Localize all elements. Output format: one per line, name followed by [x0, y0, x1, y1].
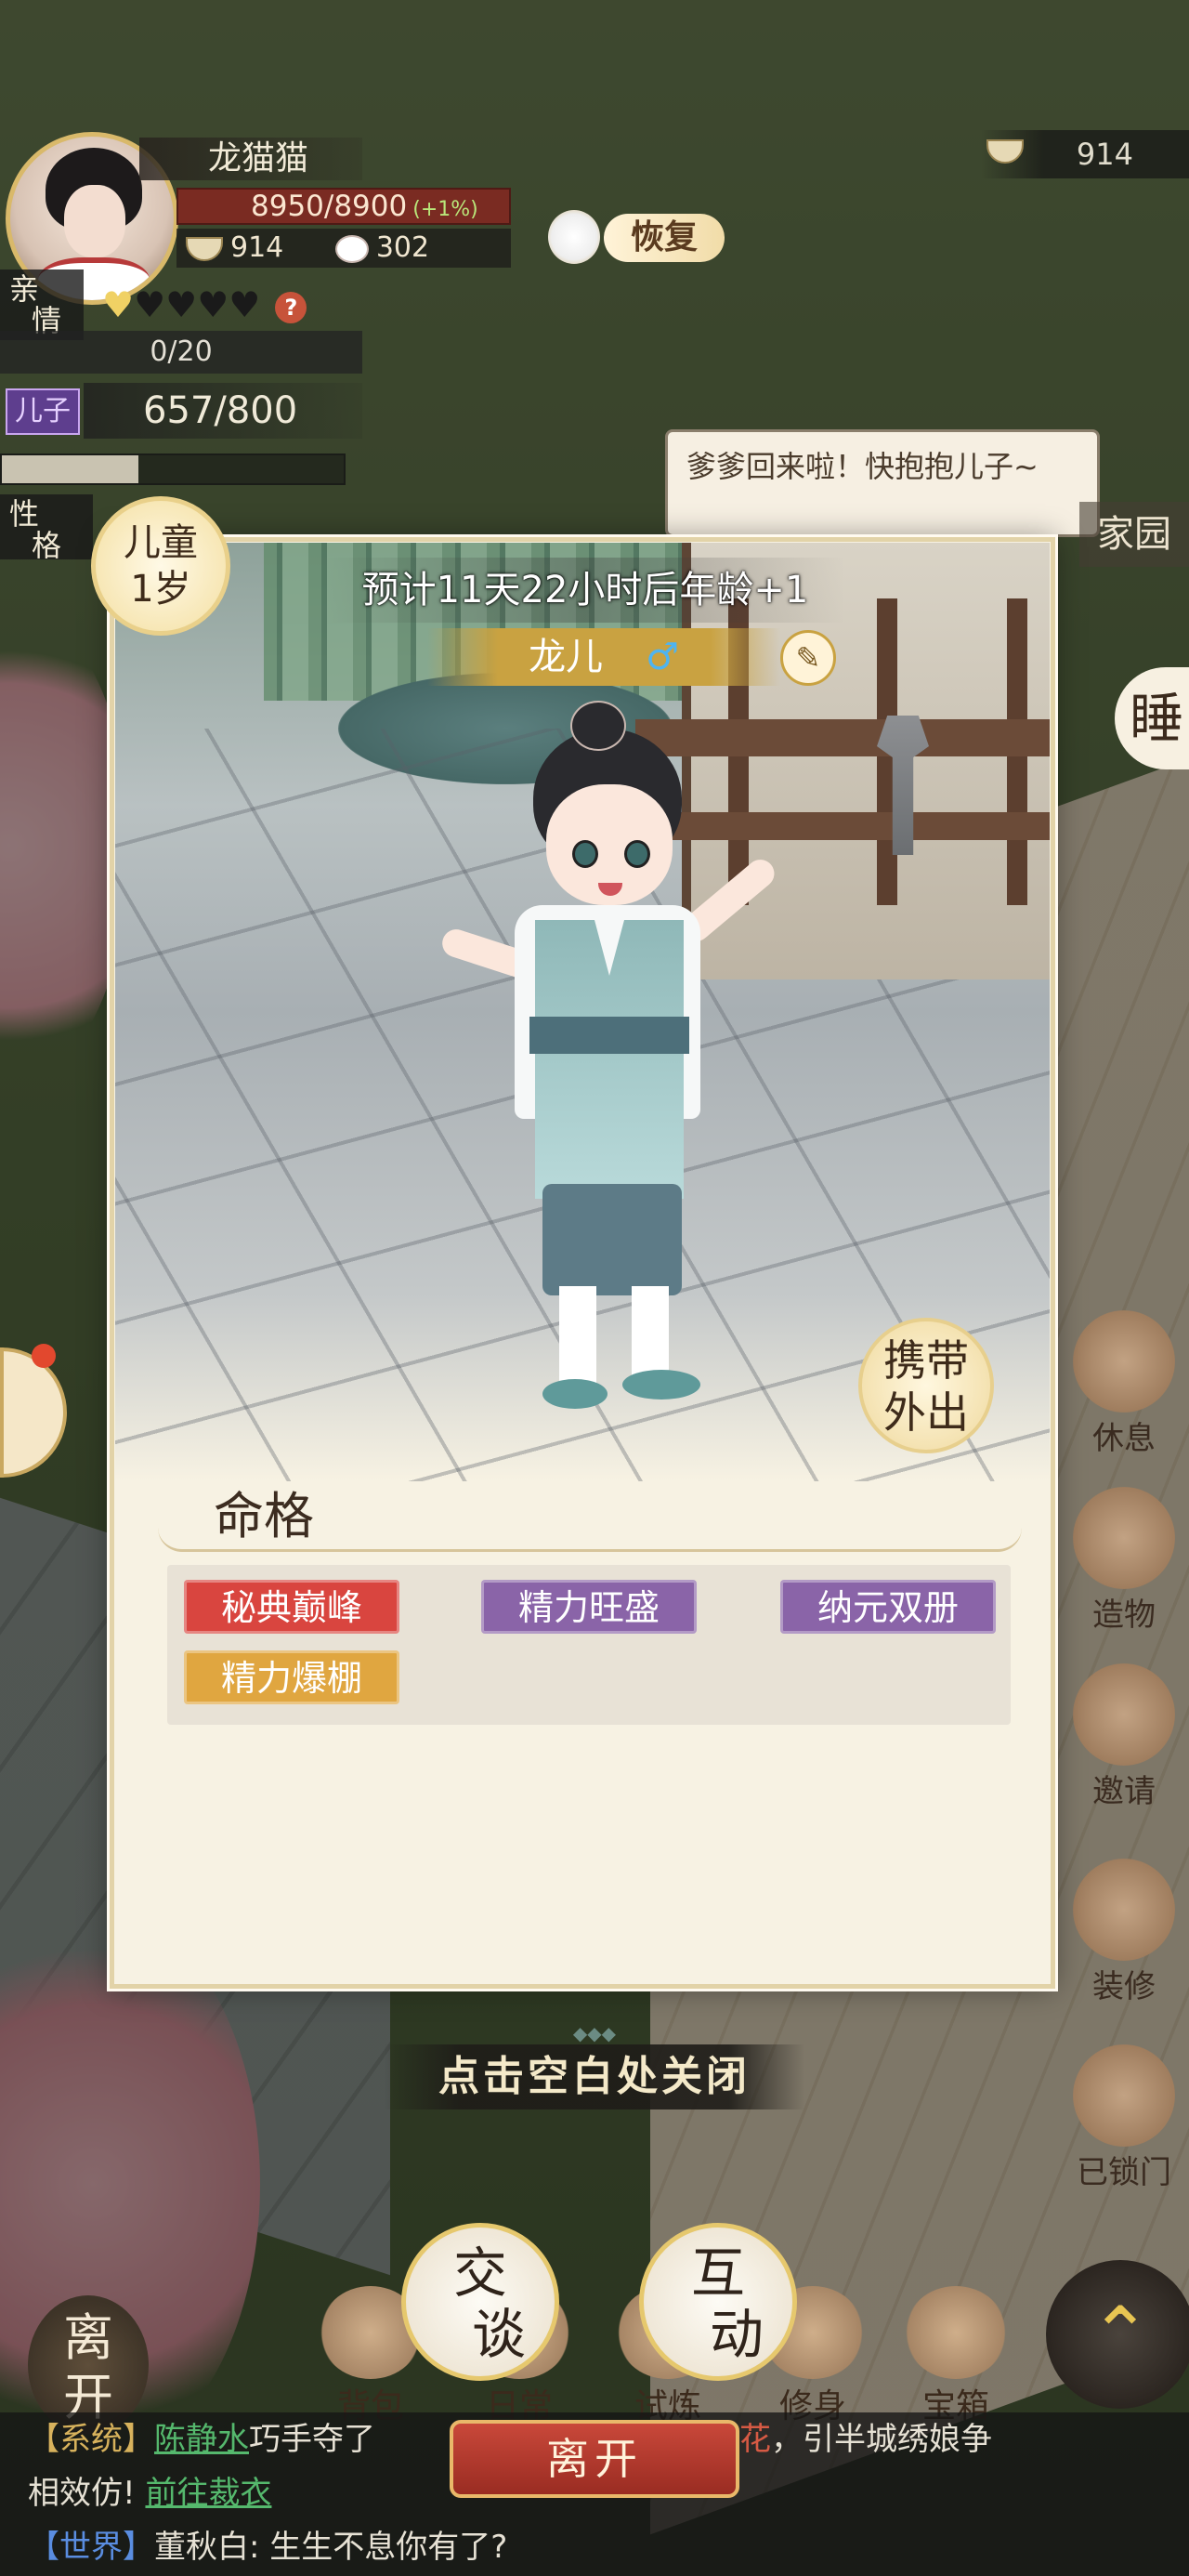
- trait-list: 秘典巅峰 精力旺盛 纳元双册 精力爆棚: [167, 1565, 1011, 1725]
- speech-bubble: 爹爹回来啦！快抱抱儿子~: [665, 429, 1100, 537]
- personality-label: 性 格: [0, 494, 93, 561]
- invite-icon: [1073, 1663, 1175, 1766]
- lock-icon: [1073, 2044, 1175, 2147]
- child-name: 龙儿: [529, 636, 604, 678]
- carry-out-button[interactable]: 携带 外出: [858, 1318, 994, 1453]
- heart-empty-icon: ♥♥♥♥: [134, 284, 261, 325]
- gourd-icon: [548, 210, 600, 264]
- age-countdown: 预计11天22小时后年龄+1: [325, 558, 845, 623]
- craft-button[interactable]: 造物: [1059, 1487, 1189, 1635]
- bottom-menu: 背包 日常 试炼 修身 宝箱: [0, 2286, 1189, 2425]
- rest-icon: [1073, 1310, 1175, 1413]
- talk-button[interactable]: 交 谈: [401, 2223, 559, 2381]
- affection-label: 亲 情: [0, 269, 84, 340]
- affection-hearts: ♥♥♥♥♥?: [102, 284, 307, 325]
- heart-filled-icon: ♥: [102, 284, 135, 325]
- child-name-bar: 龙儿 ♂: [427, 628, 780, 686]
- steamed-bun-icon: [334, 234, 369, 263]
- close-hint[interactable]: 点击空白处关闭: [385, 2044, 804, 2109]
- lock-door-button[interactable]: 已锁门: [1059, 2044, 1189, 2192]
- chest-icon: [905, 2286, 1007, 2379]
- restore-label: 恢复: [604, 214, 725, 262]
- player-name: 龙猫猫: [139, 138, 362, 180]
- bun-value: 302: [375, 231, 430, 264]
- trait-tag[interactable]: 精力爆棚: [184, 1650, 399, 1704]
- edit-name-button[interactable]: ✎: [780, 630, 836, 686]
- hammer-icon: [1073, 1859, 1175, 1961]
- hp-bar: 8950/8900 (+1%): [176, 188, 511, 225]
- notification-dot: [32, 1344, 56, 1368]
- repair-button[interactable]: 装修: [1059, 1859, 1189, 2006]
- craft-icon: [1073, 1487, 1175, 1589]
- home-label[interactable]: 家园: [1079, 502, 1189, 567]
- son-progress-bar: [0, 453, 346, 485]
- child-character: [438, 701, 780, 1435]
- son-badge: 儿子: [6, 388, 80, 435]
- page-dots: ◆◆◆: [572, 2022, 617, 2044]
- rest-button[interactable]: 休息: [1059, 1310, 1189, 1458]
- help-icon[interactable]: ?: [275, 291, 307, 323]
- age-badge: 儿童 1岁: [91, 496, 230, 636]
- trait-tag[interactable]: 精力旺盛: [481, 1580, 697, 1634]
- treasure-chest-button[interactable]: 宝箱: [895, 2286, 1016, 2425]
- rice-bowl-icon: [986, 139, 1024, 164]
- hp-bonus: (+1%): [412, 198, 478, 221]
- rice-bowl-icon: [186, 236, 223, 261]
- resource-row: 914 302: [176, 229, 511, 268]
- chat-line: 【世界】董秋白: 生生不息你有了?: [28, 2529, 508, 2566]
- restore-button[interactable]: 恢复: [541, 204, 736, 269]
- hp-value: 8950/8900: [251, 190, 408, 223]
- trait-tag[interactable]: 纳元双册: [780, 1580, 996, 1634]
- food-value: 914: [230, 231, 284, 264]
- expand-menu-arrow-icon[interactable]: ⌃: [1046, 2260, 1189, 2409]
- male-icon: ♂: [646, 636, 679, 678]
- invite-button[interactable]: 邀请: [1059, 1663, 1189, 1811]
- trait-tag[interactable]: 秘典巅峰: [184, 1580, 399, 1634]
- interact-button[interactable]: 互 动: [639, 2223, 797, 2381]
- affection-progress: 0/20: [0, 331, 362, 374]
- top-food-value: 914: [1076, 137, 1133, 172]
- son-stat-value: 657/800: [84, 383, 362, 439]
- top-food-counter: 914: [981, 130, 1189, 178]
- fate-divider: [158, 1528, 1022, 1552]
- leave-button[interactable]: 离开: [450, 2420, 739, 2498]
